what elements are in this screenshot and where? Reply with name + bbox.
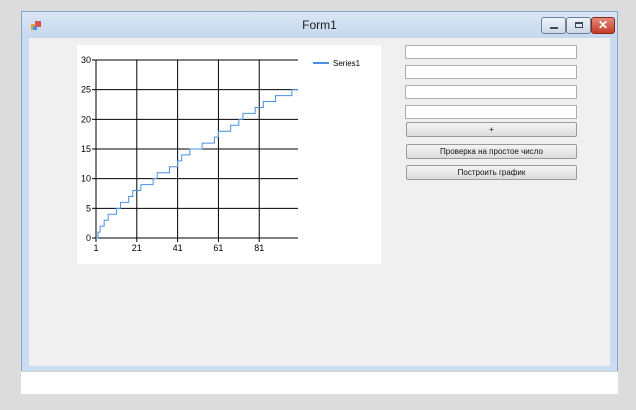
minimize-icon	[550, 27, 558, 29]
chart-area: 0 5 10 15 20 25 30 1 21 41 61 81 Series1	[77, 45, 381, 264]
build-chart-button[interactable]: Построить график	[406, 165, 577, 180]
input-field-4[interactable]	[405, 105, 577, 119]
y-tick-label: 5	[86, 203, 91, 213]
x-tick-label: 81	[254, 243, 264, 253]
window-title: Form1	[302, 18, 337, 32]
x-tick-label: 61	[213, 243, 223, 253]
close-button[interactable]: ✕	[591, 17, 615, 34]
minimize-button[interactable]	[541, 17, 566, 34]
y-tick-label: 0	[86, 233, 91, 243]
maximize-button[interactable]	[566, 17, 591, 34]
x-tick-label: 21	[132, 243, 142, 253]
check-prime-button[interactable]: Проверка на простое число	[406, 144, 577, 159]
y-tick-label: 20	[81, 114, 91, 124]
series-line	[96, 89, 298, 239]
form-client-area: 0 5 10 15 20 25 30 1 21 41 61 81 Series1 + Проверка …	[29, 38, 610, 366]
input-field-1[interactable]	[405, 45, 577, 59]
title-bar[interactable]: Form1 ✕	[22, 12, 617, 38]
status-strip	[21, 371, 618, 394]
y-tick-label: 30	[81, 55, 91, 65]
input-field-2[interactable]	[405, 65, 577, 79]
maximize-icon	[575, 22, 583, 28]
input-field-3[interactable]	[405, 85, 577, 99]
y-tick-label: 25	[81, 85, 91, 95]
line-chart: 0 5 10 15 20 25 30 1 21 41 61 81 Series1	[81, 55, 361, 253]
plus-button[interactable]: +	[406, 122, 577, 137]
form1-window: Form1 ✕ 0 5 10 15 20 25 30 1 21 41 61 81 Series1 + П…	[21, 11, 618, 394]
y-tick-label: 15	[81, 144, 91, 154]
close-icon: ✕	[597, 18, 609, 32]
x-tick-label: 1	[93, 243, 98, 253]
legend-label: Series1	[333, 59, 361, 68]
x-tick-label: 41	[173, 243, 183, 253]
y-tick-label: 10	[81, 174, 91, 184]
